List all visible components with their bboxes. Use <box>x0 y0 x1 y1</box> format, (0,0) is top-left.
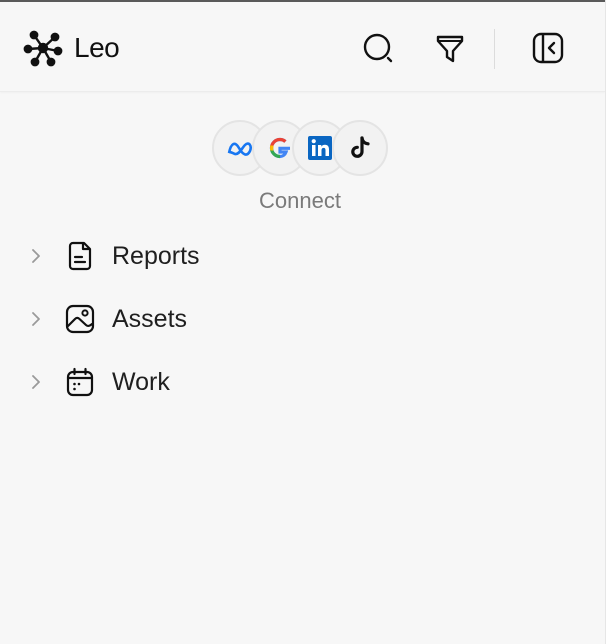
content-edge <box>605 0 610 644</box>
connect-label[interactable]: Connect <box>200 188 400 214</box>
collapse-sidebar-button[interactable] <box>528 28 568 68</box>
google-icon <box>269 137 290 159</box>
sidebar-item-label: Work <box>112 367 170 396</box>
collapse-sidebar-icon <box>532 32 564 64</box>
tiktok-icon <box>351 136 370 158</box>
chevron-right-icon[interactable] <box>28 246 44 266</box>
sidebar-item-assets[interactable]: Assets <box>0 291 605 347</box>
filter-icon <box>436 35 464 63</box>
linkedin-icon <box>308 136 332 160</box>
sidebar-item-label: Assets <box>112 304 188 333</box>
calendar-icon <box>66 367 94 397</box>
sidebar-item-reports[interactable]: Reports <box>0 228 605 284</box>
sidebar-item-label: Reports <box>112 241 200 270</box>
search-button[interactable] <box>358 28 398 68</box>
sidebar-header: Leo <box>0 2 605 92</box>
meta-icon <box>227 142 252 156</box>
image-icon <box>65 304 95 334</box>
report-icon <box>68 241 92 271</box>
sidebar-panel: Leo Connect Reports Assets Work <box>0 0 605 644</box>
chevron-right-icon[interactable] <box>28 309 44 329</box>
leo-logo-icon <box>23 30 63 67</box>
connect-section[interactable]: Connect <box>200 120 400 220</box>
app-name: Leo <box>74 32 120 63</box>
filter-button[interactable] <box>430 28 470 68</box>
tiktok-avatar[interactable] <box>332 120 388 176</box>
brand[interactable]: Leo <box>22 26 120 70</box>
header-divider <box>494 29 495 69</box>
chevron-right-icon[interactable] <box>28 372 44 392</box>
sidebar-item-work[interactable]: Work <box>0 354 605 410</box>
search-icon <box>363 33 393 63</box>
